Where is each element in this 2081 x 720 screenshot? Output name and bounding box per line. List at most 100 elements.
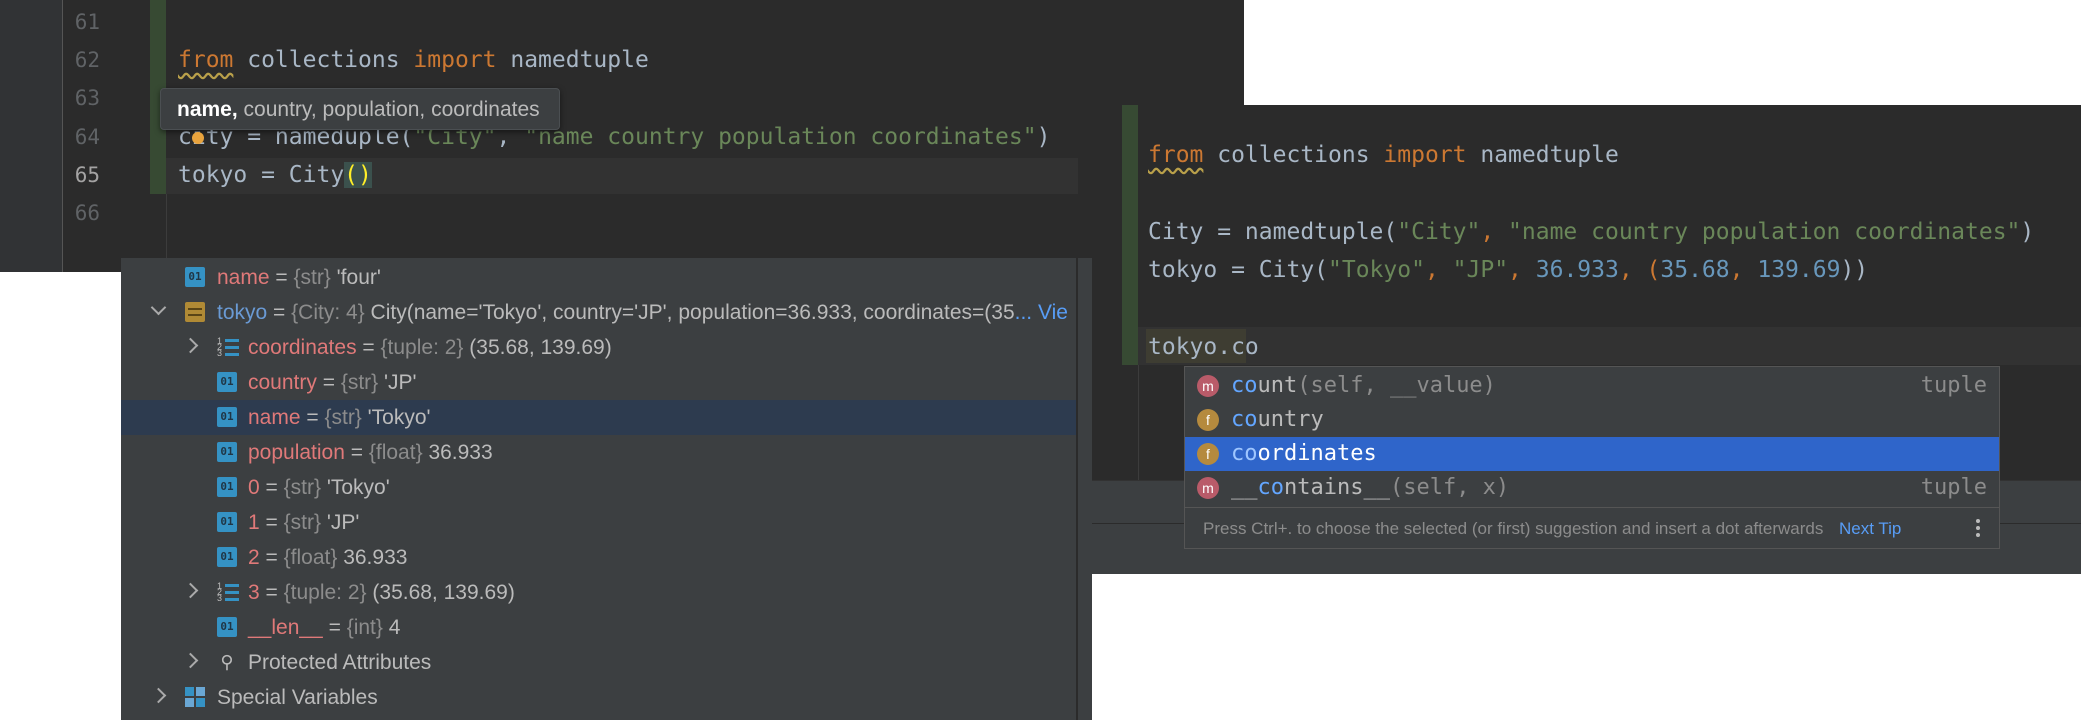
variable-type: {str} xyxy=(283,511,321,534)
variable-row[interactable]: 01 2 = {float} 36.933 xyxy=(121,540,1076,575)
completion-item-coordinates[interactable]: f coordinates xyxy=(1185,437,1999,471)
code-line-tokyo[interactable]: tokyo = City() xyxy=(178,156,372,194)
code-completion-popup[interactable]: m count(self, __value) tuple f country f… xyxy=(1184,366,2000,549)
variable-type: {float} xyxy=(283,546,338,569)
grid-icon xyxy=(185,687,205,707)
variable-name: population xyxy=(248,441,345,464)
primitive-value-icon: 01 xyxy=(217,512,237,532)
keyword-from: from xyxy=(178,47,234,73)
object-icon xyxy=(185,302,205,322)
variable-name: 2 xyxy=(248,546,260,569)
special-variables-row[interactable]: Special Variables xyxy=(121,680,1076,715)
lightbulb-icon[interactable] xyxy=(192,132,204,144)
chevron-right-icon[interactable] xyxy=(182,582,199,599)
completion-item-count[interactable]: m count(self, __value) tuple xyxy=(1185,369,1999,403)
completion-args: (self, x) xyxy=(1389,475,1510,500)
more-options-icon[interactable] xyxy=(1975,516,1981,542)
variable-row[interactable]: 01 population = {float} 36.933 xyxy=(121,435,1076,470)
keyword-import: import xyxy=(413,47,497,73)
other-parameters: country, population, coordinates xyxy=(237,98,540,121)
variable-value: 4 xyxy=(388,616,401,639)
variable-value: 'JP' xyxy=(326,511,360,534)
variable-name: 0 xyxy=(248,476,260,499)
code-line-namedtuple[interactable]: City = namedtuple("City", "name country … xyxy=(1148,213,2034,251)
string-literal: "Tokyo" xyxy=(1328,257,1425,283)
group-label: Special Variables xyxy=(217,686,378,709)
variable-name: name xyxy=(248,406,301,429)
chevron-down-icon[interactable] xyxy=(150,299,167,316)
keyword-import: import xyxy=(1383,142,1467,168)
variable-name: country xyxy=(248,371,317,394)
variable-name: tokyo xyxy=(217,301,268,324)
parameter-info-tooltip: name, country, population, coordinates xyxy=(160,88,560,130)
line-number: 62 xyxy=(74,48,100,72)
variable-type: {str} xyxy=(283,476,321,499)
variable-row-expanded[interactable]: tokyo = {City: 4} City(name='Tokyo', cou… xyxy=(121,295,1076,330)
code-line-typing[interactable]: tokyo.co xyxy=(1148,328,1259,366)
current-parameter: name, xyxy=(177,98,238,121)
code-text: tokyo = City( xyxy=(1148,257,1329,283)
chevron-right-icon[interactable] xyxy=(182,337,199,354)
imported-name: namedtuple xyxy=(1466,142,1619,168)
completion-rest: ntains__ xyxy=(1284,475,1390,500)
variable-row[interactable]: 123 coordinates = {tuple: 2} (35.68, 139… xyxy=(121,330,1076,365)
string-literal: "name country population coordinates" xyxy=(1508,219,2021,245)
matched-parentheses: () xyxy=(344,162,372,188)
variable-type: {str} xyxy=(293,266,331,289)
variable-value: 'JP' xyxy=(384,371,417,394)
variable-row[interactable]: 01 0 = {str} 'Tokyo' xyxy=(121,470,1076,505)
gutter-divider xyxy=(62,0,63,272)
completion-item-country[interactable]: f country xyxy=(1185,403,1999,437)
code-text: )) xyxy=(1840,257,1869,283)
debugger-variables-panel[interactable]: 01 name = {str} 'four' tokyo = {City: 4}… xyxy=(121,258,1092,720)
line-number-current: 65 xyxy=(74,163,100,187)
comma: , xyxy=(1480,219,1509,245)
completion-args: (self, __value) xyxy=(1297,373,1496,398)
field-icon: f xyxy=(1197,443,1219,465)
code-line-import[interactable]: from collections import namedtuple xyxy=(178,41,649,79)
primitive-value-icon: 01 xyxy=(217,547,237,567)
match-highlight: co xyxy=(1231,407,1258,432)
code-line-import[interactable]: from collections import namedtuple xyxy=(1148,136,1619,174)
completion-type: tuple xyxy=(1920,475,1987,500)
variable-type: {float} xyxy=(368,441,423,464)
comma: , xyxy=(1508,257,1536,283)
indent-guide xyxy=(1138,365,1139,480)
variable-row-selected[interactable]: 01 name = {str} 'Tokyo' xyxy=(121,400,1076,435)
primitive-value-icon: 01 xyxy=(185,267,205,287)
variable-row[interactable]: 123 3 = {tuple: 2} (35.68, 139.69) xyxy=(121,575,1076,610)
variable-row[interactable]: 01 name = {str} 'four' xyxy=(121,260,1076,295)
variable-row[interactable]: 01 __len__ = {int} 4 xyxy=(121,610,1076,645)
primitive-value-icon: 01 xyxy=(217,617,237,637)
variable-row[interactable]: 01 country = {str} 'JP' xyxy=(121,365,1076,400)
code-text: ) xyxy=(2020,219,2035,245)
variable-name: 1 xyxy=(248,511,260,534)
string-literal: "name country population coordinates" xyxy=(524,124,1037,150)
view-link[interactable]: ... View xyxy=(1015,301,1067,324)
match-highlight: co xyxy=(1257,475,1285,500)
variable-name: coordinates xyxy=(248,336,357,359)
string-literal: "City" xyxy=(1397,219,1481,245)
method-icon: m xyxy=(1197,375,1219,397)
completion-item-contains[interactable]: m __contains__(self, x) tuple xyxy=(1185,471,1999,505)
variable-name: name xyxy=(217,266,270,289)
protected-attributes-row[interactable]: ⚲ Protected Attributes xyxy=(121,645,1076,680)
next-tip-link[interactable]: Next Tip xyxy=(1839,508,1901,549)
variable-type: {tuple: 2} xyxy=(380,336,464,359)
variable-row[interactable]: 01 1 = {str} 'JP' xyxy=(121,505,1076,540)
number-literal: 139.69 xyxy=(1757,257,1841,283)
scrollbar[interactable] xyxy=(1076,258,1078,720)
variable-value: 'Tokyo' xyxy=(326,476,390,499)
variable-name: 3 xyxy=(248,581,260,604)
variable-value: (35.68, 139.69) xyxy=(469,336,612,359)
chevron-right-icon[interactable] xyxy=(150,687,167,704)
comma: , ( xyxy=(1618,257,1661,283)
code-text: ) xyxy=(1036,124,1051,150)
number-literal: 36.933 xyxy=(1535,257,1619,283)
key-icon: ⚲ xyxy=(220,652,234,672)
chevron-right-icon[interactable] xyxy=(182,652,199,669)
code-line-tokyo[interactable]: tokyo = City("Tokyo", "JP", 36.933, (35.… xyxy=(1148,251,1868,289)
comma: , xyxy=(1729,257,1758,283)
completion-footer: Press Ctrl+. to choose the selected (or … xyxy=(1185,507,1999,549)
vcs-change-marker[interactable] xyxy=(1122,105,1138,365)
